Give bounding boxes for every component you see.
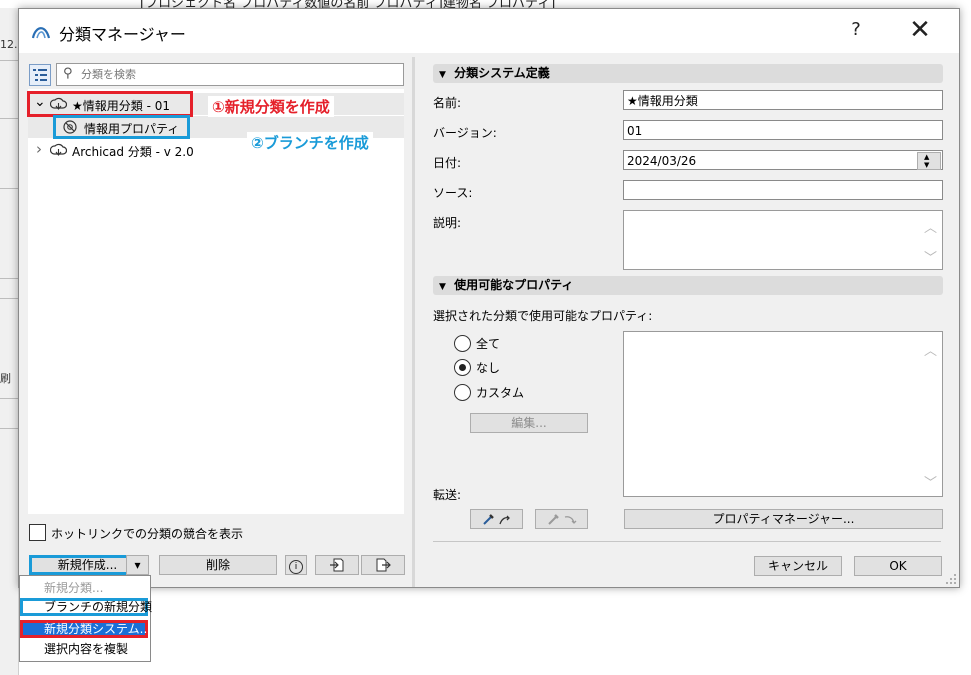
- collapse-triangle-icon: ▼: [439, 282, 446, 292]
- date-spinner[interactable]: ▲ ▼: [917, 152, 941, 170]
- import-icon: [330, 558, 344, 572]
- annotation-create-branch: ②ブランチを作成: [247, 132, 373, 153]
- help-button[interactable]: ?: [845, 19, 867, 40]
- radio-all[interactable]: [454, 335, 471, 352]
- description-textarea[interactable]: ︿ ﹀: [623, 210, 943, 270]
- new-create-label: 新規作成...: [57, 558, 118, 572]
- delete-button[interactable]: 削除: [159, 555, 277, 575]
- version-label: バージョン:: [433, 126, 497, 140]
- info-button[interactable]: i: [285, 555, 307, 575]
- transfer-inject-button[interactable]: [535, 509, 588, 529]
- property-manager-button[interactable]: プロパティマネージャー...: [624, 509, 943, 529]
- transfer-label: 転送:: [433, 488, 462, 502]
- radio-custom-label: カスタム: [476, 386, 525, 400]
- section-title: 分類システム定義: [454, 66, 550, 80]
- edit-button[interactable]: 編集...: [470, 413, 588, 433]
- import-button[interactable]: [315, 555, 359, 575]
- date-label: 日付:: [433, 156, 462, 170]
- background-left-panel: 12. 刷: [0, 8, 19, 675]
- cancel-button[interactable]: キャンセル: [754, 556, 842, 576]
- ok-button[interactable]: OK: [854, 556, 942, 576]
- export-icon: [376, 558, 391, 572]
- resize-grip-icon[interactable]: [945, 573, 957, 585]
- section-available-properties[interactable]: ▼ 使用可能なプロパティ: [433, 276, 943, 295]
- name-field[interactable]: ★情報用分類: [623, 90, 943, 110]
- classification-system-icon: [50, 143, 67, 156]
- spin-down-icon[interactable]: ▼: [924, 161, 929, 169]
- radio-all-label: 全て: [476, 337, 501, 351]
- background-left-text: 刷: [0, 372, 11, 385]
- hotlink-conflict-checkbox[interactable]: [29, 524, 46, 541]
- annotation-blue-box: [53, 115, 190, 139]
- dialog-titlebar: 分類マネージャー ? ✕: [19, 9, 959, 53]
- scroll-up-icon[interactable]: ︿: [924, 340, 937, 359]
- search-icon: ⚲: [63, 66, 73, 81]
- export-button[interactable]: [361, 555, 405, 575]
- radio-none[interactable]: [454, 359, 471, 376]
- archicad-logo-icon: [31, 27, 51, 39]
- eyedropper-pick-icon: [482, 514, 510, 525]
- new-create-dropdown-menu: 新規分類... ブランチの新規分類 新規分類システム... 選択内容を複製: [19, 575, 152, 662]
- radio-none-label: なし: [476, 361, 501, 375]
- available-properties-list[interactable]: ︿ ﹀: [623, 331, 943, 497]
- description-label: 説明:: [433, 216, 462, 230]
- source-field[interactable]: [623, 180, 943, 200]
- menu-item-new-classification[interactable]: 新規分類...: [20, 579, 148, 597]
- annotation-red-box: [27, 91, 193, 117]
- menu-item-new-branch-classification[interactable]: ブランチの新規分類: [20, 598, 152, 616]
- close-button[interactable]: ✕: [903, 15, 937, 45]
- name-label: 名前:: [433, 96, 462, 110]
- transfer-pick-button[interactable]: [470, 509, 523, 529]
- search-field[interactable]: ⚲: [56, 63, 404, 86]
- date-value: 2024/03/26: [627, 154, 697, 168]
- new-create-dropdown-button[interactable]: ▾: [126, 555, 149, 575]
- version-field[interactable]: 01: [623, 120, 943, 140]
- scroll-down-icon[interactable]: ﹀: [924, 247, 937, 266]
- spin-up-icon[interactable]: ▲: [924, 153, 929, 161]
- chevron-right-icon[interactable]: ›: [36, 140, 42, 158]
- available-properties-label: 選択された分類で使用可能なプロパティ:: [433, 309, 653, 323]
- classification-manager-dialog: 分類マネージャー ? ✕ ⚲ ⌄ ★情報用分類 - 01: [18, 8, 960, 588]
- radio-custom[interactable]: [454, 384, 471, 401]
- background-app-topbar: [プロジェクト名 プロパティ数値の名前 プロパティ]建物名 プロパティ]: [0, 0, 971, 11]
- menu-item-new-classification-system[interactable]: 新規分類システム...: [20, 620, 151, 638]
- dropdown-arrow-icon: ▾: [134, 558, 141, 572]
- tree-list-icon: [33, 69, 47, 81]
- dialog-title: 分類マネージャー: [59, 25, 186, 44]
- source-label: ソース:: [433, 186, 473, 200]
- annotation-new-classification: ①新規分類を作成: [208, 96, 334, 117]
- menu-item-duplicate-selection[interactable]: 選択内容を複製: [20, 640, 148, 658]
- tree-item-label: Archicad 分類 - v 2.0: [72, 145, 194, 159]
- tree-view-toggle-button[interactable]: [29, 64, 51, 86]
- search-input[interactable]: [79, 65, 399, 84]
- section-classification-definition[interactable]: ▼ 分類システム定義: [433, 64, 943, 83]
- hotlink-conflict-label: ホットリンクでの分類の競合を表示: [51, 527, 244, 541]
- section-title: 使用可能なプロパティ: [454, 278, 574, 292]
- collapse-triangle-icon: ▼: [439, 70, 446, 80]
- panel-splitter[interactable]: [412, 57, 415, 587]
- background-left-text: 12.: [0, 38, 18, 51]
- divider: [433, 541, 941, 542]
- eyedropper-inject-icon: [547, 514, 576, 525]
- scroll-down-icon[interactable]: ﹀: [924, 472, 937, 491]
- scroll-up-icon[interactable]: ︿: [924, 217, 937, 236]
- date-field[interactable]: 2024/03/26 ▲ ▼: [623, 150, 943, 170]
- info-icon: i: [289, 560, 303, 574]
